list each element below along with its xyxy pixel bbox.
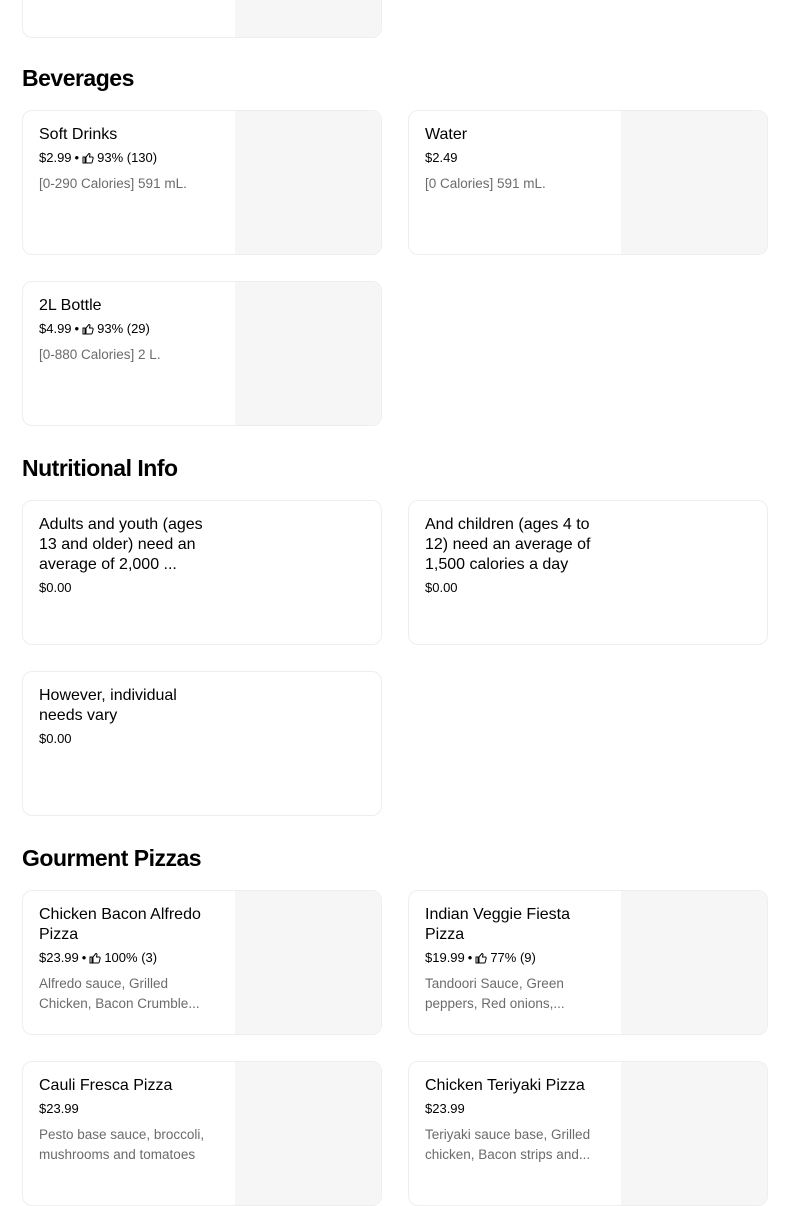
item-name: Chicken Bacon Alfredo Pizza: [39, 906, 201, 943]
item-image-placeholder: [235, 282, 381, 425]
item-name: And children (ages 4 to 12) need an aver…: [425, 516, 591, 573]
menu-item-nutrition-adults[interactable]: Adults and youth (ages 13 and older) nee…: [22, 500, 382, 645]
item-rating: 93% (29): [97, 321, 150, 336]
menu-item-chicken-teriyaki[interactable]: Chicken Teriyaki Pizza $23.99 Teriyaki s…: [408, 1061, 768, 1206]
item-price: $23.99: [39, 1101, 79, 1116]
item-rating: 100% (3): [104, 950, 158, 965]
item-info: Chicken Bacon Alfredo Pizza $23.99 • 100…: [39, 905, 223, 1014]
item-price: $19.99: [425, 950, 465, 965]
item-meta: $2.49: [425, 150, 609, 166]
item-meta: $23.99 • 100% (3): [39, 950, 223, 966]
separator-dot: •: [74, 150, 80, 165]
thumbs-up-icon: [475, 953, 488, 964]
item-meta: $19.99 • 77% (9): [425, 950, 609, 966]
item-description: [0 Calories] 591 mL.: [425, 176, 546, 191]
item-price: $2.99: [39, 150, 72, 165]
item-info: Cauli Fresca Pizza $23.99 Pesto base sau…: [39, 1076, 223, 1165]
item-image-placeholder: [621, 891, 767, 1034]
menu-item-card[interactable]: [22, 0, 382, 38]
menu-item-chicken-bacon-alfredo[interactable]: Chicken Bacon Alfredo Pizza $23.99 • 100…: [22, 890, 382, 1035]
menu-item-nutrition-individual[interactable]: However, individual needs vary $0.00: [22, 671, 382, 816]
item-name: Indian Veggie Fiesta Pizza: [425, 906, 570, 943]
item-description: Pesto base sauce, broccoli, mushrooms an…: [39, 1127, 205, 1162]
item-description: [0-880 Calories] 2 L.: [39, 347, 161, 362]
menu-item-2l-bottle[interactable]: 2L Bottle $4.99 • 93% (29) [0-880 Calori…: [22, 281, 382, 426]
item-rating: 93% (130): [97, 150, 158, 165]
separator-dot: •: [81, 950, 87, 965]
item-price: $2.49: [425, 150, 458, 165]
item-description: [0-290 Calories] 591 mL.: [39, 176, 187, 191]
menu-item-water[interactable]: Water $2.49 [0 Calories] 591 mL.: [408, 110, 768, 255]
item-name: 2L Bottle: [39, 297, 102, 314]
menu-item-indian-veggie-fiesta[interactable]: Indian Veggie Fiesta Pizza $19.99 • 77% …: [408, 890, 768, 1035]
item-info: And children (ages 4 to 12) need an aver…: [425, 515, 609, 596]
item-image-placeholder: [235, 1062, 381, 1205]
item-info: Water $2.49 [0 Calories] 591 mL.: [425, 125, 609, 194]
item-meta: $0.00: [425, 580, 609, 596]
item-meta: $0.00: [39, 580, 223, 596]
item-description: Teriyaki sauce base, Grilled chicken, Ba…: [425, 1127, 591, 1162]
item-info: Adults and youth (ages 13 and older) nee…: [39, 515, 223, 596]
section-title-beverages: Beverages: [22, 65, 134, 91]
item-image-placeholder: [235, 0, 381, 37]
item-info: Indian Veggie Fiesta Pizza $19.99 • 77% …: [425, 905, 609, 1014]
thumbs-up-icon: [82, 153, 94, 164]
section-title-nutritional-info: Nutritional Info: [22, 455, 178, 481]
separator-dot: •: [467, 950, 473, 965]
item-name: Soft Drinks: [39, 126, 118, 143]
item-meta: $4.99 • 93% (29): [39, 321, 223, 337]
item-image-placeholder: [235, 111, 381, 254]
thumbs-up-icon: [82, 324, 94, 335]
thumbs-up-icon: [89, 953, 102, 964]
item-info: Chicken Teriyaki Pizza $23.99 Teriyaki s…: [425, 1076, 609, 1165]
separator-dot: •: [74, 321, 80, 336]
item-price: $0.00: [39, 580, 72, 595]
item-description: Alfredo sauce, Grilled Chicken, Bacon Cr…: [39, 976, 200, 1011]
item-rating: 77% (9): [490, 950, 536, 965]
item-meta: $23.99: [425, 1101, 609, 1117]
menu-item-cauli-fresca[interactable]: Cauli Fresca Pizza $23.99 Pesto base sau…: [22, 1061, 382, 1206]
item-meta: $2.99 • 93% (130): [39, 150, 223, 166]
item-name: However, individual needs vary: [39, 687, 177, 724]
item-image-placeholder: [621, 1062, 767, 1205]
item-info: Soft Drinks $2.99 • 93% (130) [0-290 Cal…: [39, 125, 223, 194]
item-price: $23.99: [39, 950, 79, 965]
item-price: $23.99: [425, 1101, 465, 1116]
item-description: Tandoori Sauce, Green peppers, Red onion…: [425, 976, 565, 1011]
item-name: Chicken Teriyaki Pizza: [425, 1077, 585, 1094]
section-title-gourmet-pizzas: Gourment Pizzas: [22, 845, 202, 871]
item-price: $4.99: [39, 321, 72, 336]
item-name: Cauli Fresca Pizza: [39, 1077, 173, 1094]
item-info: 2L Bottle $4.99 • 93% (29) [0-880 Calori…: [39, 296, 223, 365]
menu-item-nutrition-children[interactable]: And children (ages 4 to 12) need an aver…: [408, 500, 768, 645]
item-meta: $23.99: [39, 1101, 223, 1117]
item-meta: $0.00: [39, 731, 223, 747]
item-info: However, individual needs vary $0.00: [39, 686, 223, 747]
menu-item-soft-drinks[interactable]: Soft Drinks $2.99 • 93% (130) [0-290 Cal…: [22, 110, 382, 255]
item-price: $0.00: [425, 580, 458, 595]
item-image-placeholder: [235, 891, 381, 1034]
item-image-placeholder: [621, 111, 767, 254]
item-name: Adults and youth (ages 13 and older) nee…: [39, 516, 203, 573]
item-name: Water: [425, 126, 468, 143]
item-price: $0.00: [39, 731, 72, 746]
